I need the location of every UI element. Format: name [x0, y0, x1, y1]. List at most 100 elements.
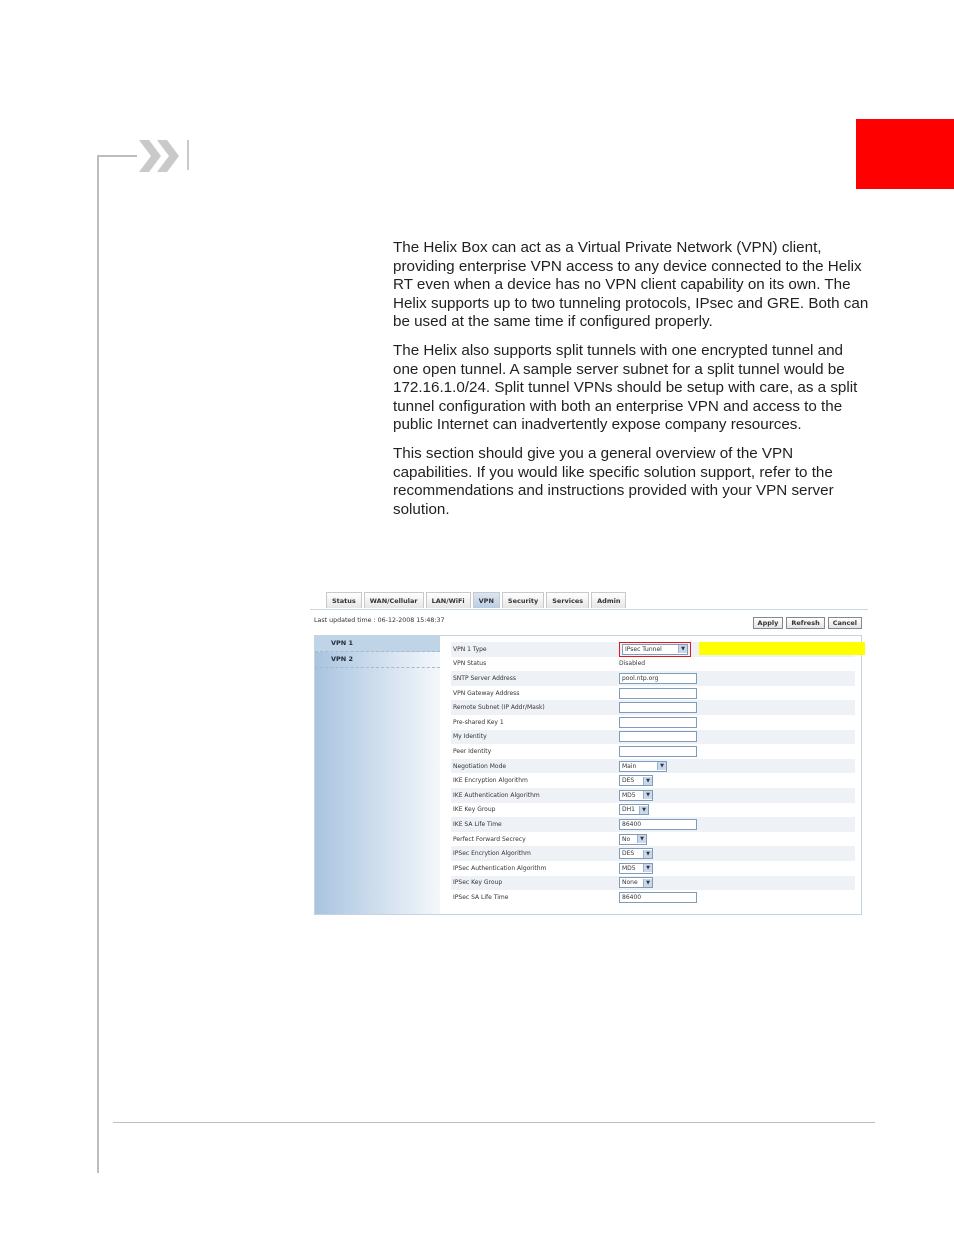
ipsec-encryption-select[interactable]: DES ▼ — [619, 848, 653, 860]
ike-encryption-select[interactable]: DES ▼ — [619, 775, 653, 787]
ike-auth-select[interactable]: MD5 ▼ — [619, 789, 653, 801]
highlight-bar — [699, 642, 865, 655]
vpn-form: VPN 1 Type IPsec Tunnel ▼ VPN Status Dis… — [451, 641, 865, 905]
chevron-down-icon: ▼ — [643, 878, 652, 887]
select-value: IPsec Tunnel — [625, 645, 662, 653]
peer-identity-input[interactable] — [619, 745, 697, 757]
form-row-ike-encryption: IKE Encryption Algorithm DES ▼ — [451, 773, 855, 788]
chapter-color-tab — [856, 119, 954, 189]
paragraph: The Helix Box can act as a Virtual Priva… — [393, 239, 869, 331]
refresh-button[interactable]: Refresh — [786, 617, 825, 629]
chevron-down-icon: ▼ — [643, 791, 652, 800]
tab-vpn[interactable]: VPN — [472, 592, 500, 608]
pfs-select[interactable]: No ▼ — [619, 833, 647, 845]
double-chevron-icon — [139, 140, 189, 172]
form-row-gateway: VPN Gateway Address — [451, 686, 855, 701]
field-label: SNTP Server Address — [453, 674, 516, 682]
form-row-ipsec-encryption: IPSec Encrytion Algorithm DES ▼ — [451, 846, 855, 861]
paragraph: The Helix also supports split tunnels wi… — [393, 341, 858, 434]
form-row-ipsec-key-group: IPSec Key Group None ▼ — [451, 875, 855, 891]
field-label: IKE Authentication Algorithm — [453, 791, 540, 799]
select-value: No — [622, 835, 631, 843]
field-label: IKE Encryption Algorithm — [453, 777, 528, 785]
tab-status[interactable]: Status — [326, 592, 362, 608]
field-label: Peer Identity — [453, 747, 492, 755]
form-row-remote-subnet: Remote Subnet (IP Addr/Mask) — [451, 700, 855, 715]
chevron-down-icon: ▼ — [643, 776, 652, 785]
remote-subnet-input[interactable] — [619, 702, 697, 714]
tab-divider — [310, 609, 868, 610]
select-value: Main — [622, 762, 637, 770]
select-value: None — [622, 879, 638, 887]
sntp-server-input[interactable]: pool.ntp.org — [619, 672, 697, 684]
form-row-psk: Pre-shared Key 1 — [451, 715, 855, 730]
field-label: IPSec Encrytion Algorithm — [453, 850, 531, 858]
field-label: Pre-shared Key 1 — [453, 718, 504, 726]
ike-key-group-select[interactable]: DH1 ▼ — [619, 804, 649, 816]
form-row-negotiation: Negotiation Mode Main ▼ — [451, 758, 855, 774]
tab-admin[interactable]: Admin — [591, 592, 627, 608]
tab-services[interactable]: Services — [546, 592, 590, 608]
sidebar-item-vpn2[interactable]: VPN 2 — [315, 652, 440, 668]
field-label: IKE SA Life Time — [453, 820, 502, 828]
preshared-key-input[interactable] — [619, 716, 697, 728]
select-value: DES — [622, 777, 635, 785]
select-value: MD5 — [622, 864, 636, 872]
vpn-gateway-input[interactable] — [619, 687, 697, 699]
chevron-down-icon: ▼ — [639, 805, 648, 814]
paragraph: This section should give you a general o… — [393, 444, 834, 518]
field-label: Negotiation Mode — [453, 762, 507, 770]
form-row-vpn-status: VPN Status Disabled — [451, 657, 855, 672]
ipsec-auth-select[interactable]: MD5 ▼ — [619, 862, 653, 874]
form-row-peer-identity: Peer Identity — [451, 744, 855, 759]
sidebar-item-vpn1[interactable]: VPN 1 — [315, 636, 440, 652]
field-label: VPN Status — [453, 660, 487, 668]
form-row-ike-sa-life: IKE SA Life Time 86400 — [451, 817, 855, 832]
margin-rule-horizontal — [97, 155, 137, 157]
form-row-my-identity: My Identity — [451, 729, 855, 745]
field-label: IKE Key Group — [453, 806, 496, 814]
body-text: The Helix Box can act as a Virtual Priva… — [393, 239, 871, 529]
footer-rule — [113, 1122, 875, 1123]
apply-button[interactable]: Apply — [752, 617, 784, 629]
margin-rule-vertical — [97, 155, 99, 1173]
callout-box: IPsec Tunnel ▼ — [619, 641, 691, 657]
form-row-ipsec-auth: IPSec Authentication Algorithm MD5 ▼ — [451, 861, 855, 876]
chevron-down-icon: ▼ — [637, 835, 646, 844]
form-row-pfs: Perfect Forward Secrecy No ▼ — [451, 832, 855, 847]
tab-lan-wifi[interactable]: LAN/WiFi — [425, 592, 471, 608]
form-row-vpn-type: VPN 1 Type IPsec Tunnel ▼ — [451, 641, 865, 657]
chevron-down-icon: ▼ — [657, 762, 666, 771]
select-value: DH1 — [622, 806, 635, 814]
last-updated-text: Last updated time : 06-12-2008 15:48:37 — [314, 617, 445, 624]
chevron-down-icon: ▼ — [643, 864, 652, 873]
field-label: IPSec Key Group — [453, 879, 503, 887]
tab-wan-cellular[interactable]: WAN/Cellular — [363, 592, 424, 608]
form-row-ike-auth: IKE Authentication Algorithm MD5 ▼ — [451, 787, 855, 803]
vpn-config-screenshot: Status WAN/Cellular LAN/WiFi VPN Securit… — [310, 590, 870, 920]
select-value: MD5 — [622, 791, 636, 799]
negotiation-mode-select[interactable]: Main ▼ — [619, 760, 667, 772]
form-row-sntp: SNTP Server Address pool.ntp.org — [451, 671, 855, 686]
ike-sa-life-input[interactable]: 86400 — [619, 818, 697, 830]
field-label: Perfect Forward Secrecy — [453, 835, 526, 843]
cancel-button[interactable]: Cancel — [827, 617, 862, 629]
my-identity-input[interactable] — [619, 731, 697, 743]
vpn-status-value: Disabled — [619, 660, 646, 668]
tab-security[interactable]: Security — [501, 592, 545, 608]
form-row-ike-key-group: IKE Key Group DH1 ▼ — [451, 803, 855, 818]
vpn-type-select[interactable]: IPsec Tunnel ▼ — [622, 643, 688, 655]
field-label: VPN 1 Type — [453, 645, 487, 653]
tab-bar: Status WAN/Cellular LAN/WiFi VPN Securit… — [326, 592, 628, 610]
ipsec-key-group-select[interactable]: None ▼ — [619, 877, 653, 889]
ipsec-sa-life-input[interactable]: 86400 — [619, 891, 697, 903]
select-value: DES — [622, 850, 635, 858]
field-label: IPSec SA Life Time — [453, 893, 509, 901]
field-label: IPSec Authentication Algorithm — [453, 864, 547, 872]
field-label: Remote Subnet (IP Addr/Mask) — [453, 704, 545, 712]
config-panel: VPN 1 VPN 2 VPN 1 Type IPsec Tunnel ▼ VP… — [314, 635, 865, 915]
field-label: My Identity — [453, 733, 487, 741]
sidebar: VPN 1 VPN 2 — [315, 636, 440, 914]
chevron-down-icon: ▼ — [678, 645, 687, 654]
field-label: VPN Gateway Address — [453, 689, 520, 697]
